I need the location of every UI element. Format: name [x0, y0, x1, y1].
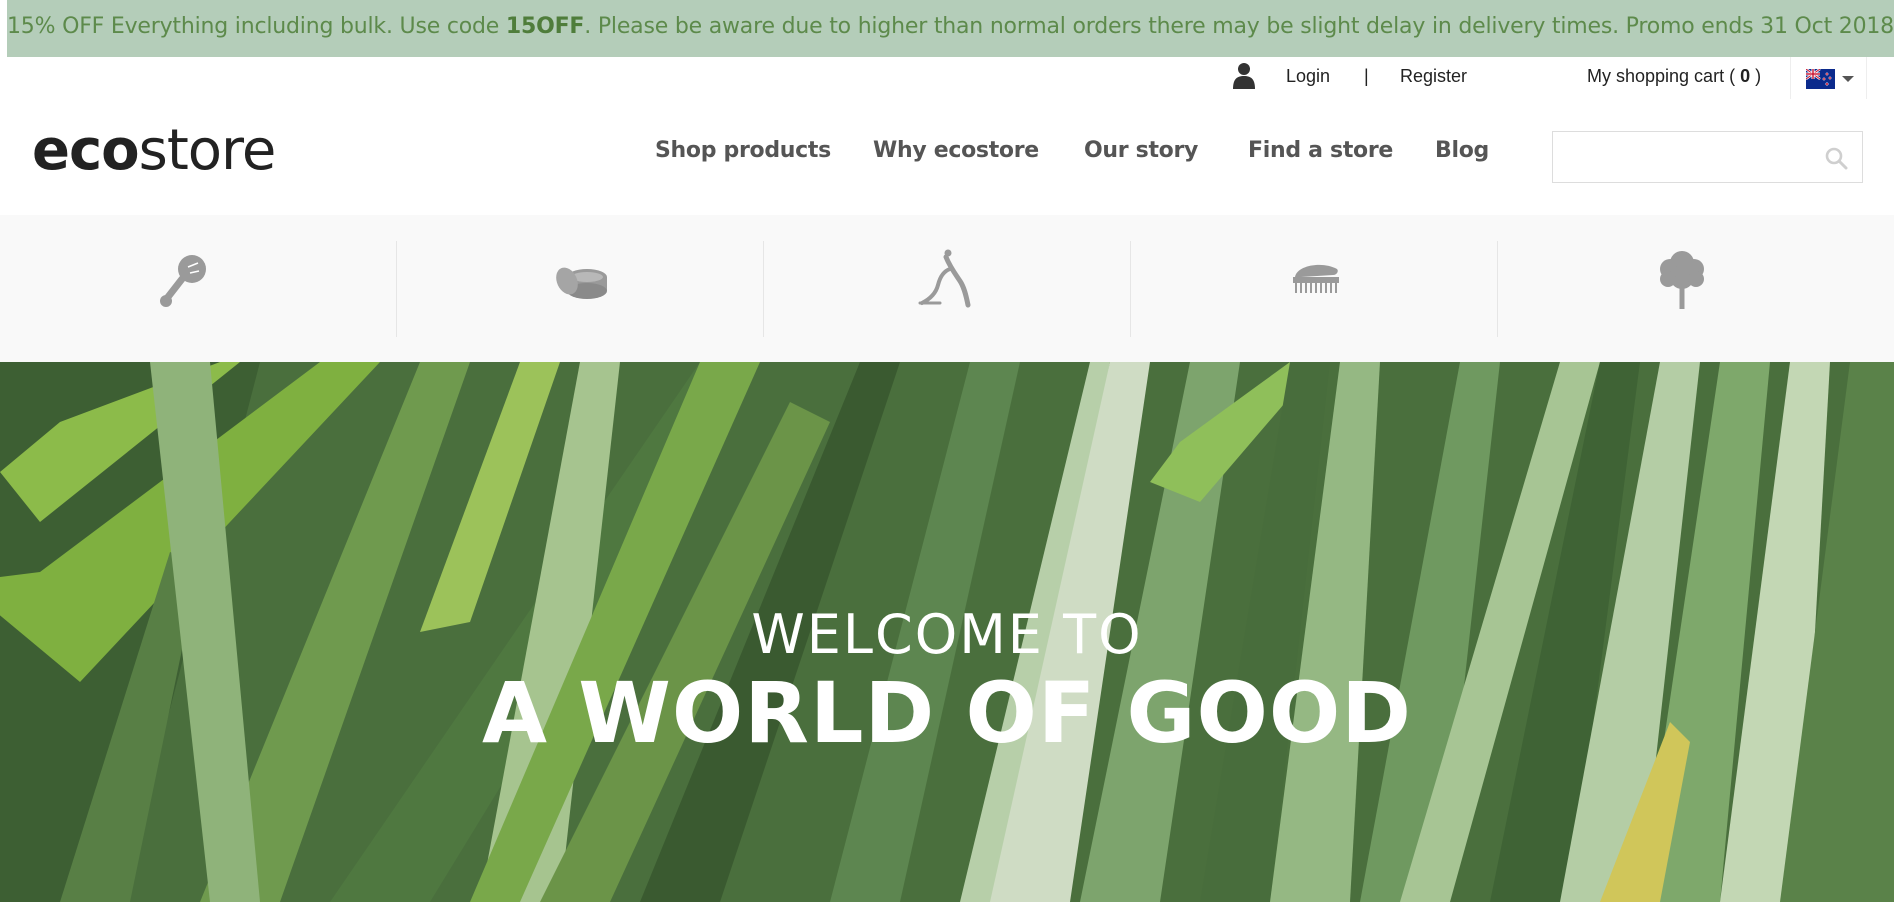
tree-icon	[1659, 251, 1704, 309]
promo-text-start: 15% OFF Everything including bulk. Use c…	[7, 14, 506, 39]
category-body[interactable]	[763, 241, 1131, 337]
promo-code: 15OFF	[505, 14, 585, 39]
category-beauty[interactable]	[396, 241, 764, 337]
nav-our-story[interactable]: Our story	[1084, 138, 1198, 163]
page-bottom-edge	[0, 902, 1894, 910]
beauty-cream-icon	[555, 267, 607, 299]
category-environment[interactable]	[1497, 241, 1865, 337]
baby-rattle-icon	[159, 255, 206, 307]
utility-bar: Login | Register My shopping cart ( 0 )	[0, 57, 1894, 101]
category-baby[interactable]	[0, 241, 367, 337]
logo-store: store	[138, 118, 277, 183]
category-bar	[0, 215, 1894, 362]
search-box	[1552, 131, 1863, 183]
user-icon[interactable]	[1232, 62, 1256, 90]
login-register-separator: |	[1364, 66, 1369, 86]
register-link[interactable]: Register	[1400, 66, 1467, 87]
nav-shop-products[interactable]: Shop products	[655, 138, 831, 163]
nav-blog[interactable]: Blog	[1435, 138, 1489, 163]
cleaning-brush-icon	[1292, 264, 1339, 293]
promo-text-end: . Please be aware due to higher than nor…	[584, 14, 1894, 39]
chevron-down-icon	[1842, 76, 1854, 82]
country-selector[interactable]	[1790, 57, 1867, 99]
category-home[interactable]	[1130, 241, 1498, 337]
login-link[interactable]: Login	[1286, 66, 1330, 87]
hero-welcome-text: WELCOME TO	[751, 603, 1143, 666]
cart-label: My shopping cart (	[1587, 66, 1741, 86]
search-icon[interactable]	[1824, 146, 1848, 170]
hero-banner: WELCOME TO A WORLD OF GOOD	[0, 362, 1894, 902]
logo-eco: eco	[32, 118, 140, 183]
hero-headline: A WORLD OF GOOD	[481, 664, 1413, 762]
nav-why-ecostore[interactable]: Why ecostore	[873, 138, 1039, 163]
nav-find-a-store[interactable]: Find a store	[1248, 138, 1393, 163]
promo-banner: 15% OFF Everything including bulk. Use c…	[7, 0, 1894, 57]
new-zealand-flag-icon	[1806, 69, 1835, 89]
yoga-pose-icon	[918, 249, 970, 308]
shopping-cart-link[interactable]: My shopping cart ( 0 )	[1587, 66, 1761, 87]
cart-count: 0	[1740, 66, 1751, 86]
search-input[interactable]	[1563, 132, 1817, 182]
ecostore-logo[interactable]: ecostore	[32, 118, 277, 184]
cart-label-end: )	[1750, 66, 1762, 86]
